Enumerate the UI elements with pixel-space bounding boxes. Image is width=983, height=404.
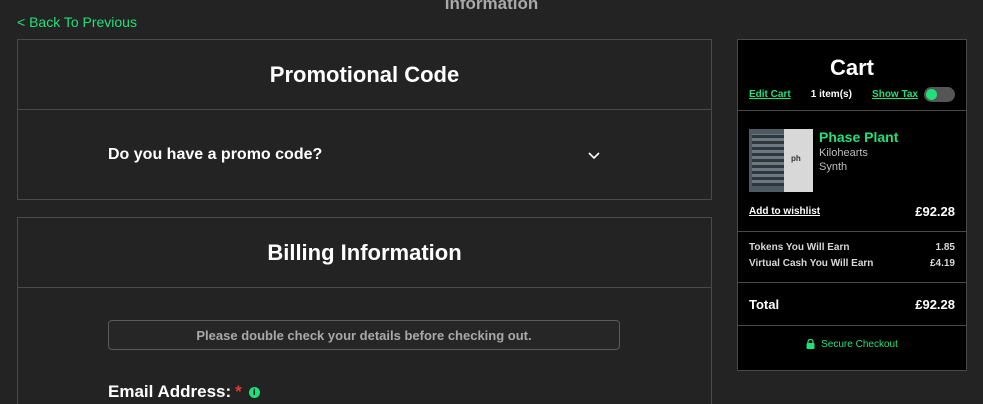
tokens-value: 1.85	[935, 242, 955, 253]
thumbnail-tag: ph	[791, 154, 801, 163]
show-tax-control: Show Tax	[872, 87, 955, 102]
promo-code-question: Do you have a promo code?	[108, 145, 323, 163]
billing-information-panel: Billing Information Please double check …	[17, 217, 712, 404]
tokens-label: Tokens You Will Earn	[749, 242, 850, 253]
promo-code-panel: Promotional Code Do you have a promo cod…	[17, 39, 712, 200]
cart-item-info: Phase Plant Kilohearts Synth	[819, 129, 898, 192]
info-icon[interactable]: i	[248, 386, 260, 398]
total-label: Total	[749, 296, 780, 312]
billing-notice: Please double check your details before …	[108, 320, 620, 350]
secure-checkout-button[interactable]: Secure Checkout	[738, 326, 966, 362]
product-name[interactable]: Phase Plant	[819, 129, 898, 145]
product-thumbnail[interactable]: ph	[749, 129, 813, 192]
email-label-text: Email Address:	[108, 382, 232, 401]
edit-cart-link[interactable]: Edit Cart	[749, 89, 791, 100]
billing-information-title: Billing Information	[18, 218, 711, 288]
virtual-cash-label: Virtual Cash You Will Earn	[749, 258, 874, 269]
add-to-wishlist-link[interactable]: Add to wishlist	[749, 206, 820, 217]
earnings-section: Tokens You Will Earn 1.85 Virtual Cash Y…	[738, 232, 966, 282]
back-to-previous-link[interactable]: < Back To Previous	[17, 14, 137, 30]
cart-panel: Cart Edit Cart 1 item(s) Show Tax ph Pha…	[737, 39, 967, 371]
show-tax-toggle[interactable]	[923, 87, 955, 102]
promo-code-title: Promotional Code	[18, 40, 711, 110]
toggle-knob	[925, 89, 937, 100]
cart-title: Cart	[829, 55, 874, 80]
chevron-down-icon	[587, 148, 601, 162]
thumbnail-interface-art	[752, 134, 784, 186]
show-tax-label[interactable]: Show Tax	[872, 89, 918, 100]
cart-item-count: 1 item(s)	[810, 89, 852, 100]
cart-toolbar: Edit Cart 1 item(s) Show Tax	[738, 87, 966, 102]
item-price: £92.28	[915, 204, 955, 219]
virtual-cash-row: Virtual Cash You Will Earn £4.19	[749, 258, 955, 269]
page-header-title: Information	[444, 0, 539, 13]
total-value: £92.28	[915, 296, 955, 312]
cart-item: ph Phase Plant Kilohearts Synth	[738, 111, 966, 192]
product-brand: Kilohearts	[819, 147, 868, 159]
secure-checkout-label: Secure Checkout	[821, 338, 898, 350]
virtual-cash-value: £4.19	[929, 258, 955, 269]
email-address-label: Email Address: * i	[108, 382, 711, 402]
tokens-row: Tokens You Will Earn 1.85	[749, 242, 955, 253]
promo-code-toggle[interactable]: Do you have a promo code?	[18, 110, 711, 199]
total-row: Total £92.28	[738, 283, 966, 325]
lock-icon	[806, 338, 815, 349]
product-category: Synth	[819, 161, 848, 173]
wishlist-price-row: Add to wishlist £92.28	[738, 192, 966, 231]
required-mark: *	[235, 382, 242, 401]
